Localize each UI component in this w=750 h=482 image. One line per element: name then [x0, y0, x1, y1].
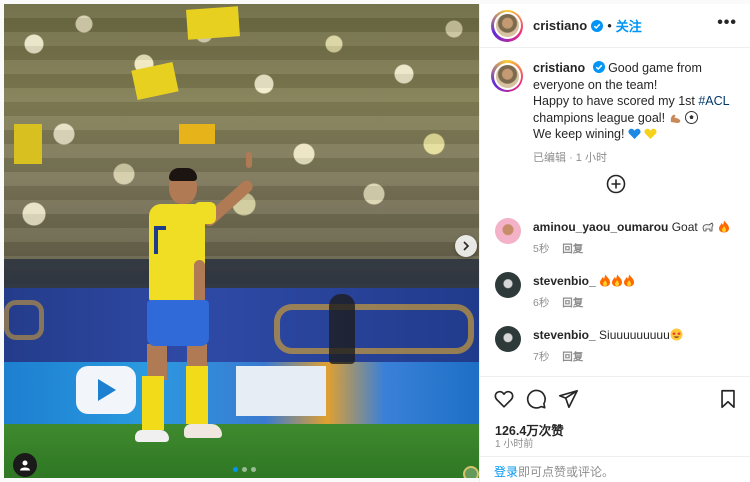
yellow-heart-emoji [644, 128, 657, 139]
follow-button[interactable]: 关注 [616, 16, 642, 35]
comment-meta: 5秒 回复 [533, 241, 730, 256]
plus-circle-icon[interactable] [606, 174, 626, 194]
caption-username[interactable]: cristiano [533, 61, 585, 75]
comment-item: stevenbio_ Siuuuuuuuuu 7秒 回复 [495, 326, 745, 364]
caption-line-2: Happy to have scored my 1st [533, 94, 699, 108]
comment-username[interactable]: stevenbio_ [533, 328, 596, 342]
blue-heart-emoji [628, 128, 641, 139]
comment-icon[interactable] [525, 388, 547, 410]
player-pointing-finger [246, 152, 252, 168]
avatar[interactable] [491, 9, 523, 42]
comment-text: Siuuuuuuuuu [599, 328, 670, 342]
header-separator: • [607, 18, 612, 33]
player-boot [135, 430, 169, 442]
fire-emoji [624, 274, 635, 287]
jersey-number [154, 226, 166, 254]
chevron-right-icon[interactable] [455, 235, 477, 257]
caption-meta: 已编辑 · 1 小时 [533, 150, 741, 167]
user-tag-icon[interactable] [13, 453, 37, 477]
edited-label: 已编辑 [533, 151, 566, 164]
post-caption: cristiano Good game from everyone on the… [491, 60, 741, 166]
carousel-indicator [233, 467, 256, 472]
post-timestamp[interactable]: 1 小时前 [495, 435, 533, 450]
caption-text: cristiano Good game from everyone on the… [533, 60, 741, 166]
comment-item: aminou_yaou_oumarou Goat 5秒 回复 [495, 218, 745, 256]
author-username[interactable]: cristiano [533, 18, 587, 33]
comment-line: stevenbio_ [533, 273, 635, 289]
comment-username[interactable]: aminou_yaou_oumarou [533, 220, 668, 234]
carousel-dot [251, 467, 256, 472]
login-prompt-text: 即可点赞或评论。 [518, 465, 615, 479]
reply-button[interactable]: 回复 [562, 243, 583, 255]
reply-button[interactable]: 回复 [562, 297, 583, 309]
post-photo[interactable] [4, 4, 479, 478]
avatar[interactable] [495, 326, 521, 352]
player-shorts [147, 300, 209, 346]
comment-meta: 7秒 回复 [533, 349, 683, 364]
player-hair [169, 168, 197, 181]
carousel-dot-active [233, 467, 238, 472]
login-link[interactable]: 登录 [494, 465, 518, 479]
login-prompt: 登录即可点赞或评论。 [480, 456, 750, 482]
comment-body: stevenbio_ Siuuuuuuuuu 7秒 回复 [533, 326, 683, 364]
heart-icon[interactable] [493, 388, 515, 410]
comment-item: stevenbio_ 6秒 回复 [495, 272, 745, 310]
reply-button[interactable]: 回复 [562, 351, 583, 363]
club-crest [463, 466, 479, 478]
caption-time: 1 小时 [575, 151, 607, 164]
bookmark-icon[interactable] [717, 388, 739, 410]
player-sock [142, 376, 164, 430]
star-struck-emoji [670, 328, 683, 341]
carousel-dot [242, 467, 247, 472]
caption-line-2-end: champions league goal! [533, 110, 666, 125]
verified-badge-icon [591, 19, 604, 32]
comment-line: aminou_yaou_oumarou Goat [533, 219, 730, 235]
verified-badge-icon [592, 61, 605, 73]
post-header: cristiano • 关注 ••• [480, 4, 750, 48]
comment-time: 7秒 [533, 351, 550, 363]
post-actions-bar [480, 376, 750, 420]
avatar[interactable] [495, 272, 521, 298]
fire-emoji [600, 274, 611, 287]
avatar[interactable] [495, 218, 521, 244]
comment-body: stevenbio_ 6秒 回复 [533, 272, 635, 310]
send-icon[interactable] [557, 388, 579, 410]
football-player [4, 4, 479, 478]
goat-emoji [702, 222, 714, 232]
comment-body: aminou_yaou_oumarou Goat 5秒 回复 [533, 218, 730, 256]
soccer-ball-emoji [685, 110, 699, 124]
instagram-post-modal: cristiano • 关注 ••• cristiano Good game f… [0, 0, 750, 482]
caption-line-3: We keep wining! [533, 127, 625, 141]
avatar[interactable] [491, 60, 523, 92]
comment-meta: 6秒 回复 [533, 295, 635, 310]
comment-text: Goat [671, 220, 698, 234]
player-sock [186, 366, 208, 424]
fire-emoji [719, 220, 730, 233]
more-horizontal-icon[interactable]: ••• [717, 15, 737, 31]
hashtag-link[interactable]: #ACL [698, 94, 729, 108]
comment-time: 5秒 [533, 243, 550, 255]
player-boot [184, 424, 222, 438]
comment-time: 6秒 [533, 297, 550, 309]
comment-line: stevenbio_ Siuuuuuuuuu [533, 327, 683, 343]
fire-emoji [612, 274, 623, 287]
comment-username[interactable]: stevenbio_ [533, 274, 596, 288]
player-leg [147, 344, 167, 380]
muscle-emoji [670, 114, 680, 123]
post-side-panel: cristiano • 关注 ••• cristiano Good game f… [479, 4, 750, 482]
meta-dot: · [569, 151, 573, 164]
